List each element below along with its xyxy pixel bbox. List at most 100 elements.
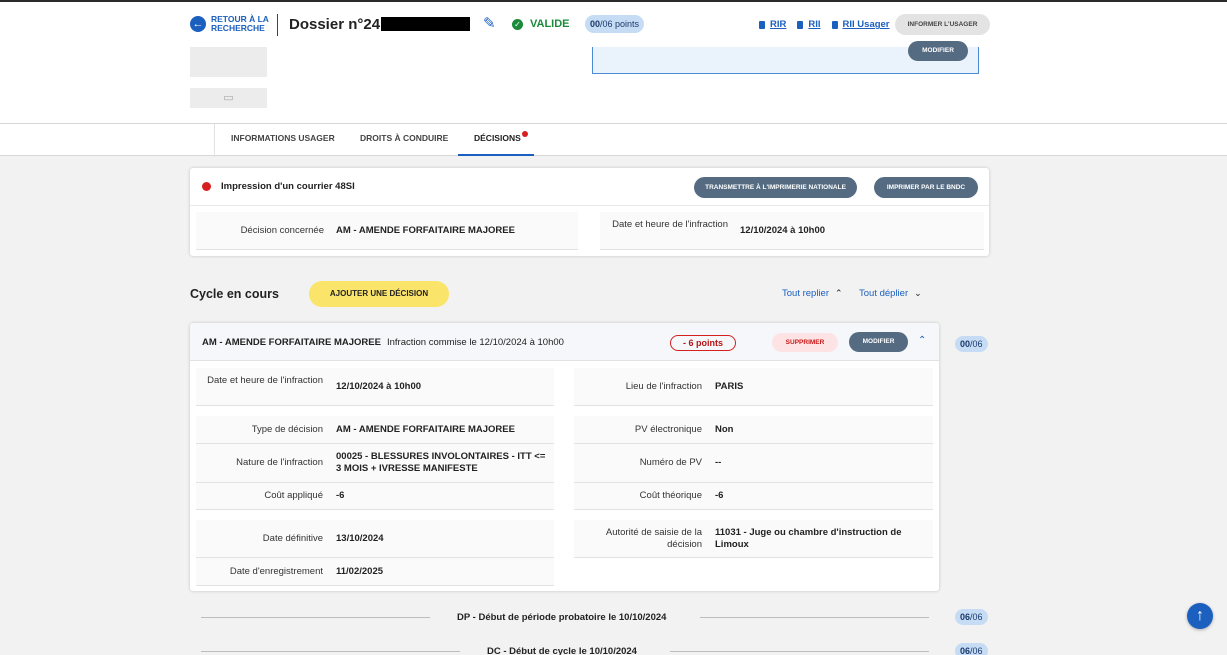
field-row: Date et heure de l'infraction 12/10/2024… <box>600 212 984 250</box>
points-current: 00 <box>590 19 601 29</box>
badge-total: /06 <box>970 612 983 622</box>
info-panel: MODIFIER <box>592 41 979 74</box>
tab-droits-a-conduire[interactable]: DROITS À CONDUIRE <box>360 133 448 143</box>
transmit-imprimerie-button[interactable]: TRANSMETTRE À L'IMPRIMERIE NATIONALE <box>694 177 857 198</box>
timeline-points-badge: 06/06 <box>955 609 988 625</box>
points-total: /06 points <box>600 19 640 29</box>
add-decision-button[interactable]: AJOUTER UNE DÉCISION <box>309 281 449 307</box>
field-label: Lieu de l'infraction <box>625 381 702 392</box>
check-circle-icon: ✓ <box>512 18 523 30</box>
scroll-to-top-button[interactable]: ↑ <box>1187 603 1213 629</box>
field-row: PV électronique Non <box>574 416 933 444</box>
inform-user-button[interactable]: INFORMER L'USAGER <box>895 14 990 35</box>
tab-decisions-label: DÉCISIONS <box>474 133 521 143</box>
collapse-chevron-icon[interactable]: ⌃ <box>918 335 926 346</box>
field-value: -6 <box>715 490 724 501</box>
timeline-item-dc: DC - Début de cycle le 10/10/2024 <box>487 646 637 655</box>
field-label: Décision concernée <box>240 225 324 236</box>
badge-total: /06 <box>970 339 983 349</box>
field-label: Numéro de PV <box>639 457 702 468</box>
notification-dot <box>521 131 528 137</box>
field-label: PV électronique <box>634 424 702 435</box>
cycle-title: Cycle en cours <box>190 287 279 301</box>
field-row: Autorité de saisie de la décision 11031 … <box>574 520 933 558</box>
timeline-item-dp: DP - Début de période probatoire le 10/1… <box>457 612 667 623</box>
field-row: Type de décision AM - AMENDE FORFAITAIRE… <box>196 416 554 444</box>
field-value: 12/10/2024 à 10h00 <box>336 381 422 392</box>
back-to-search-link[interactable]: ← RETOUR À LA RECHERCHE <box>190 15 273 33</box>
status-label: VALIDE <box>530 18 570 30</box>
pencil-icon[interactable]: ✎ <box>483 16 499 32</box>
status-badge: ✓ VALIDE <box>512 18 570 30</box>
fold-all-label: Tout replier <box>782 288 829 299</box>
rii-usager-link[interactable]: RII Usager <box>831 19 890 30</box>
delete-button[interactable]: SUPPRIMER <box>772 333 838 352</box>
alert-dot-icon <box>202 182 211 191</box>
decision-subtitle: Infraction commise le 12/10/2024 à 10h00 <box>387 337 564 348</box>
back-label: RETOUR À LA RECHERCHE <box>211 14 269 33</box>
header: ← RETOUR À LA RECHERCHE Dossier n°24 ✎ ✓… <box>0 2 1227 47</box>
field-value: -6 <box>336 490 345 501</box>
rii-link[interactable]: RII <box>797 19 821 30</box>
field-label: Date et heure de l'infraction <box>207 375 323 386</box>
field-row: Coût appliqué -6 <box>196 483 554 510</box>
photo-placeholder <box>190 47 267 77</box>
courrier-title: Impression d'un courrier 48SI <box>221 181 355 192</box>
field-value: Non <box>715 424 734 435</box>
badge-current: 00 <box>960 339 971 349</box>
field-label: Date et heure de l'infraction <box>612 219 728 230</box>
timeline-points-badge: 06/06 <box>955 643 988 655</box>
badge-total: /06 <box>970 646 983 655</box>
rir-link[interactable]: RIR <box>759 19 786 30</box>
modify-info-button[interactable]: MODIFIER <box>908 41 968 61</box>
field-value: -- <box>715 457 722 468</box>
field-value: AM - AMENDE FORFAITAIRE MAJOREE <box>336 424 515 435</box>
document-links: RIR RII RII Usager <box>759 19 890 30</box>
tabs-left-edge <box>214 124 215 157</box>
courrier-card: Impression d'un courrier 48SI TRANSMETTR… <box>190 168 989 256</box>
field-label: Coût théorique <box>639 490 702 501</box>
field-row: Date d'enregistrement 11/02/2025 <box>196 558 554 586</box>
unfold-all-button[interactable]: Tout déplier ⌄ <box>859 288 922 299</box>
decision-points-badge: 00/06 <box>955 336 988 352</box>
modify-decision-button[interactable]: MODIFIER <box>849 332 908 352</box>
field-value: 13/10/2024 <box>336 533 384 544</box>
chevron-down-icon: ⌄ <box>914 288 922 298</box>
field-row: Date définitive 13/10/2024 <box>196 520 554 558</box>
decision-card-header: AM - AMENDE FORFAITAIRE MAJOREE Infracti… <box>190 323 939 361</box>
tab-informations-usager[interactable]: INFORMATIONS USAGER <box>231 133 335 143</box>
field-label: Date d'enregistrement <box>229 566 323 577</box>
active-tab-indicator <box>458 154 534 156</box>
field-label: Coût appliqué <box>264 490 323 501</box>
timeline-line <box>700 617 929 618</box>
field-label: Type de décision <box>251 424 323 435</box>
timeline-line <box>670 651 929 652</box>
document-icon <box>797 20 804 29</box>
image-icon: ▭ <box>190 88 267 108</box>
fold-all-button[interactable]: Tout replier ⌃ <box>782 288 843 299</box>
document-icon <box>759 20 765 29</box>
field-value: 11031 - Juge ou chambre d'instruction de… <box>715 527 902 550</box>
field-row: Lieu de l'infraction PARIS <box>574 368 933 406</box>
badge-current: 06 <box>960 612 971 622</box>
field-value: 00025 - BLESSURES INVOLONTAIRES - ITT <=… <box>336 451 546 474</box>
header-divider <box>277 14 278 36</box>
print-bndc-button[interactable]: IMPRIMER PAR LE BNDC <box>874 177 978 198</box>
field-row: Coût théorique -6 <box>574 483 933 510</box>
tab-decisions[interactable]: DÉCISIONS <box>474 131 528 143</box>
timeline-line <box>201 651 460 652</box>
decision-card: AM - AMENDE FORFAITAIRE MAJOREE Infracti… <box>190 323 939 591</box>
arrow-left-icon: ← <box>190 16 206 32</box>
decision-title: AM - AMENDE FORFAITAIRE MAJOREE <box>202 337 381 348</box>
field-label: Date définitive <box>262 533 323 544</box>
field-value: 12/10/2024 à 10h00 <box>740 225 826 236</box>
dossier-title: Dossier n°24 <box>289 16 381 33</box>
field-row: Numéro de PV -- <box>574 444 933 483</box>
field-label: Autorité de saisie de la décision <box>605 527 702 550</box>
field-value: 11/02/2025 <box>336 566 384 577</box>
field-label: Nature de l'infraction <box>236 457 323 468</box>
badge-current: 06 <box>960 646 971 655</box>
field-row: Décision concernée AM - AMENDE FORFAITAI… <box>196 212 578 250</box>
points-badge: 00/06 points <box>585 15 645 33</box>
redacted-number <box>381 17 470 31</box>
